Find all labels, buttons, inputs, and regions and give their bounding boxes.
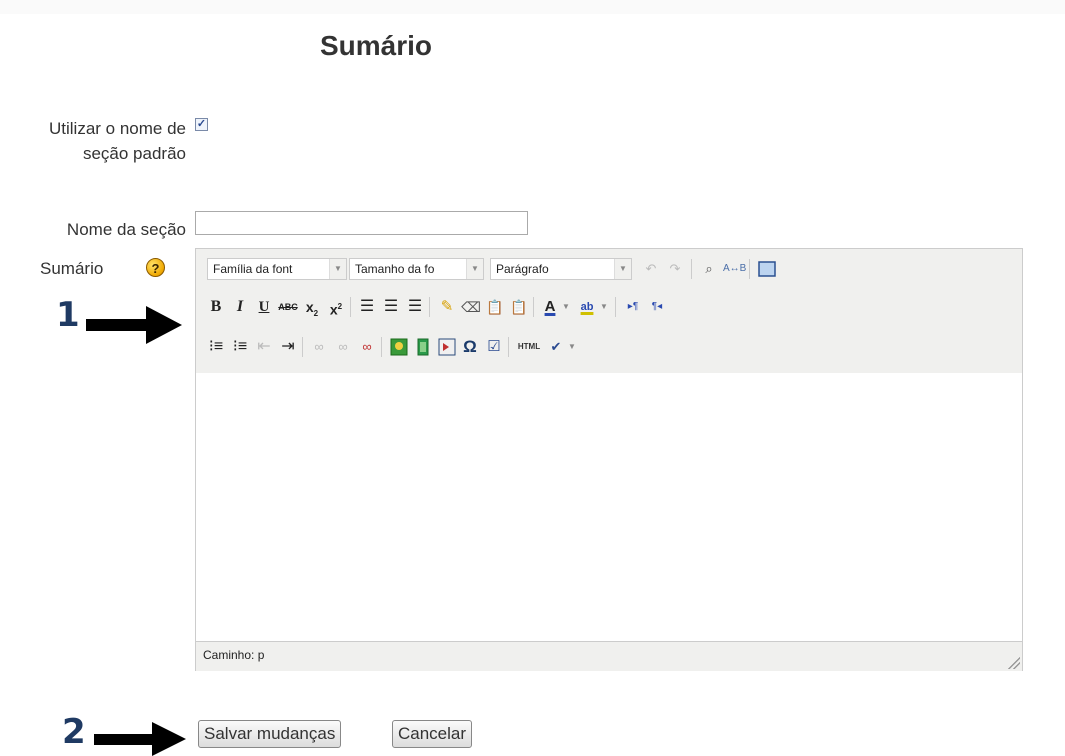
fullscreen-icon[interactable] [756,258,778,280]
font-family-value: Família da font [213,262,293,276]
help-icon[interactable]: ? [146,258,165,277]
numbered-list-icon[interactable]: ⁝≡ [229,336,251,358]
media-icon[interactable] [412,336,434,358]
image-icon[interactable] [388,336,410,358]
chevron-down-icon: ▼ [614,259,631,279]
toolbar-separator [749,259,750,279]
anchor-link-icon[interactable]: ∞ [356,336,378,358]
superscript-icon[interactable]: x2 [325,296,347,318]
chevron-down-icon[interactable]: ▼ [598,296,610,318]
use-default-name-checkbox[interactable]: ✓ [195,118,208,131]
underline-icon[interactable]: U [253,296,275,318]
section-name-label: Nome da seção [66,220,186,239]
html-source-icon[interactable]: HTML [514,336,544,358]
italic-icon[interactable]: I [229,296,251,318]
editor-status-bar: Caminho: p [196,641,1022,671]
toolbar-separator [615,297,616,317]
strikethrough-icon[interactable]: ABC [277,296,299,318]
editor-toolbar: Família da font ▼ Tamanho da fo ▼ Parágr… [196,249,1022,374]
chevron-down-icon[interactable]: ▼ [560,296,572,318]
undo-icon[interactable]: ↶ [640,258,662,280]
toolbar-separator [508,337,509,357]
toolbar-separator [381,337,382,357]
omega-icon[interactable]: Ω [459,336,481,358]
moodle-media-icon[interactable] [436,336,458,358]
format-value: Parágrafo [496,262,549,276]
align-left-icon[interactable]: ☰ [356,296,378,318]
text-color-icon[interactable]: A [539,296,561,318]
toolbar-separator [691,259,692,279]
callout-arrow-1-icon [86,306,182,344]
section-name-input[interactable] [195,211,528,235]
font-family-select[interactable]: Família da font ▼ [207,258,347,280]
callout-number-1: 1 [56,295,80,335]
align-center-icon[interactable]: ☰ [380,296,402,318]
resize-handle-icon[interactable] [1008,657,1020,669]
editor-content-area[interactable] [196,373,1022,641]
edit-table-icon[interactable]: ☑ [483,336,505,358]
cancel-button[interactable]: Cancelar [392,720,473,748]
redo-icon[interactable]: ↷ [664,258,686,280]
chevron-down-icon[interactable]: ▼ [565,336,579,358]
rtl-icon[interactable]: ¶◂ [646,296,668,318]
font-size-select[interactable]: Tamanho da fo ▼ [349,258,484,280]
bullet-list-icon[interactable]: ⁝≡ [205,336,227,358]
chevron-down-icon: ▼ [329,259,346,279]
toolbar-separator [350,297,351,317]
top-bar [0,0,1065,14]
cleanup-icon[interactable]: ✎ [436,296,458,318]
chevron-down-icon: ▼ [466,259,483,279]
indent-icon[interactable]: ⇥ [277,336,299,358]
format-select[interactable]: Parágrafo ▼ [490,258,632,280]
unlink-icon[interactable]: ∞ [332,336,354,358]
outdent-icon[interactable]: ⇤ [253,336,275,358]
highlight-color-icon[interactable]: ab [576,296,598,318]
callout-number-2: 2 [62,712,86,752]
toolbar-separator [533,297,534,317]
callout-arrow-2-icon [94,722,186,756]
link-icon[interactable]: ∞ [308,336,330,358]
editor-path: Caminho: p [203,648,265,662]
rich-text-editor: Família da font ▼ Tamanho da fo ▼ Parágr… [195,248,1023,671]
use-default-name-label: Utilizar o nome de seção padrão [48,119,186,163]
font-size-value: Tamanho da fo [355,262,435,276]
spellcheck-icon[interactable]: ✔ [545,336,567,358]
paste-word-icon[interactable]: 📋 [508,296,530,318]
bold-icon[interactable]: B [205,296,227,318]
toolbar-separator [429,297,430,317]
eraser-icon[interactable]: ⌫ [460,296,482,318]
paste-text-icon[interactable]: 📋 [484,296,506,318]
align-right-icon[interactable]: ☰ [404,296,426,318]
subscript-icon[interactable]: x2 [301,296,323,318]
find-icon[interactable]: ⌕ [698,258,720,280]
save-changes-button[interactable]: Salvar mudanças [198,720,342,748]
toolbar-separator [302,337,303,357]
page-title: Sumário [320,30,433,61]
ltr-icon[interactable]: ▸¶ [622,296,644,318]
replace-icon[interactable]: A↔B [723,258,746,280]
